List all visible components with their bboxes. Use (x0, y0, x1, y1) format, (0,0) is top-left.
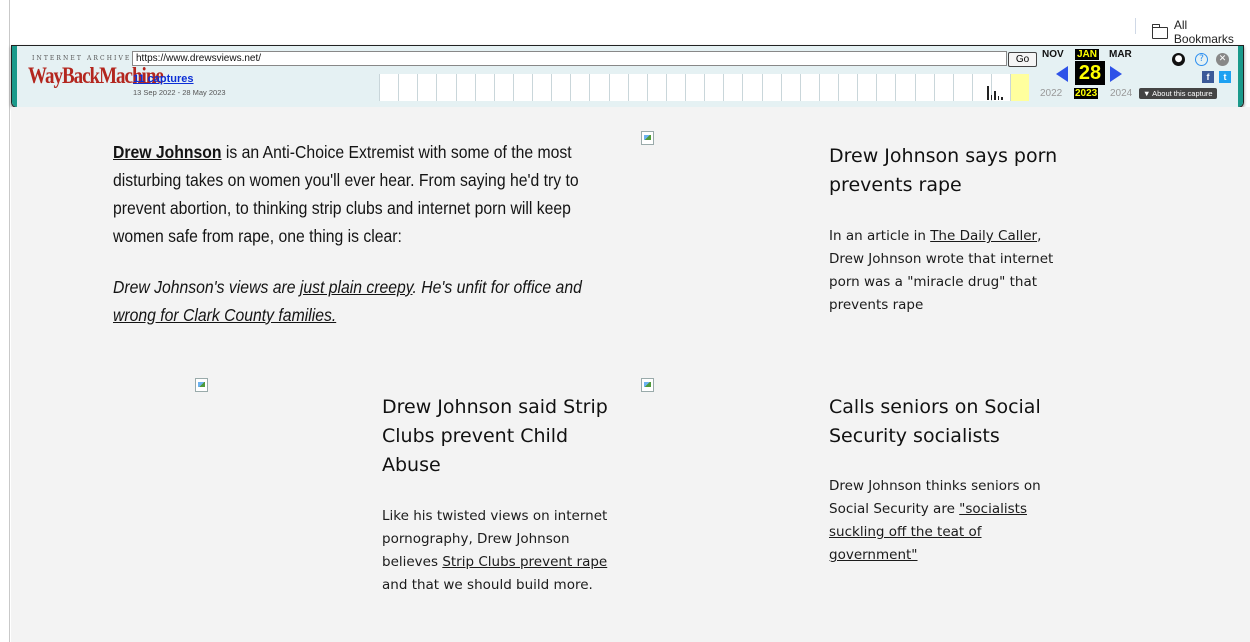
current-year: 2023 (1074, 88, 1099, 99)
card-body-social-security: Drew Johnson thinks seniors on Social Se… (829, 475, 1069, 567)
internet-archive-label: INTERNET ARCHIVE (32, 55, 132, 62)
page-content: Drew Johnson is an Anti-Choice Extremist… (11, 107, 1250, 642)
current-day: 28 (1075, 61, 1105, 85)
wayback-toolbar: INTERNET ARCHIVE WayBackMachine https://… (11, 45, 1244, 108)
all-bookmarks-label: All Bookmarks (1173, 18, 1234, 46)
current-month: JAN (1075, 49, 1100, 60)
bookmarks-separator (1135, 18, 1136, 34)
toolbar-edge-left (12, 46, 17, 107)
next-capture-arrow-icon[interactable] (1110, 66, 1122, 82)
capture-date-range: 13 Sep 2022 - 28 May 2023 (133, 88, 226, 97)
captures-link[interactable]: 11 captures (133, 73, 194, 85)
just-plain-creepy-link[interactable]: just plain creepy (300, 277, 413, 297)
card-body-porn-rape: In an article in The Daily Caller, Drew … (829, 225, 1069, 317)
url-input[interactable]: https://www.drewsviews.net/ (132, 51, 1007, 66)
about-capture-button[interactable]: ▼ About this capture (1139, 88, 1217, 99)
browser-bookmarks-bar: All Bookmarks (0, 0, 1250, 46)
card-title-social-security: Calls seniors on Social Security sociali… (829, 396, 1041, 447)
go-button[interactable]: Go (1008, 52, 1037, 67)
help-icon[interactable]: ? (1195, 53, 1208, 66)
broken-image-icon (195, 378, 209, 392)
prev-capture-arrow-icon[interactable] (1056, 66, 1068, 82)
card-body-text: In an article in (829, 228, 931, 244)
twitter-icon[interactable]: t (1219, 71, 1231, 83)
close-icon[interactable]: ✕ (1216, 53, 1229, 66)
all-bookmarks-button[interactable]: All Bookmarks (1151, 18, 1250, 46)
folder-icon (1151, 24, 1168, 39)
wrong-for-clark-county-link[interactable]: wrong for Clark County families. (113, 305, 336, 325)
next-month[interactable]: MAR (1109, 49, 1132, 60)
intro-paragraph: Drew Johnson is an Anti-Choice Extremist… (113, 138, 613, 250)
tagline-part2: . He's unfit for office and (412, 277, 582, 297)
facebook-icon[interactable]: f (1202, 71, 1214, 83)
broken-image-icon (641, 378, 655, 392)
next-year[interactable]: 2024 (1110, 88, 1132, 99)
capture-bars (987, 86, 1003, 100)
strip-clubs-prevent-rape-link[interactable]: Strip Clubs prevent rape (442, 554, 607, 570)
card-title-strip-clubs: Drew Johnson said Strip Clubs prevent Ch… (382, 396, 608, 476)
drew-johnson-link[interactable]: Drew Johnson (113, 142, 222, 162)
window-left-border (9, 0, 10, 642)
tagline-paragraph: Drew Johnson's views are just plain cree… (113, 273, 613, 329)
card-body-text: and that we should build more. (382, 577, 593, 593)
capture-sparkline[interactable] (379, 74, 1030, 101)
broken-image-icon (641, 131, 655, 145)
prev-year[interactable]: 2022 (1040, 88, 1062, 99)
tagline-part1: Drew Johnson's views are (113, 277, 300, 297)
toolbar-edge-right (1238, 46, 1243, 107)
user-icon[interactable]: ● (1172, 53, 1185, 66)
prev-month[interactable]: NOV (1042, 49, 1064, 60)
card-body-strip-clubs: Like his twisted views on internet porno… (382, 505, 622, 597)
daily-caller-link[interactable]: The Daily Caller (930, 228, 1037, 244)
card-title-porn-rape: Drew Johnson says porn prevents rape (829, 145, 1058, 196)
